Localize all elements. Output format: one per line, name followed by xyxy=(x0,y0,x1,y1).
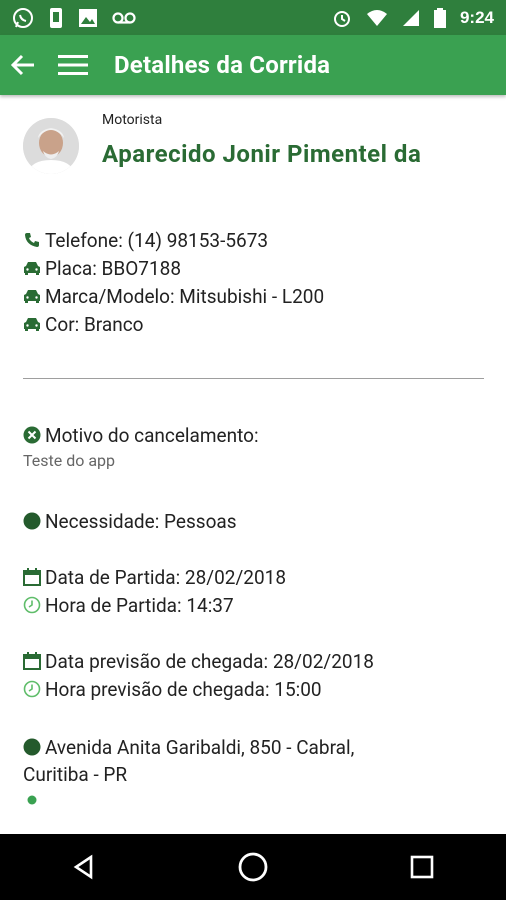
voicemail-icon xyxy=(112,11,136,24)
address-row: Avenida Anita Garibaldi, 850 - Cabral, xyxy=(23,733,354,761)
phone-text: Telefone: (14) 98153-5673 xyxy=(45,228,269,252)
vehicle-info: Telefone: (14) 98153-5673 Placa: BBO7188… xyxy=(23,226,324,338)
arrival-time: Hora previsão de chegada: 15:00 xyxy=(45,677,322,701)
home-nav-button[interactable] xyxy=(233,847,273,887)
driver-name: Aparecido Jonir Pimentel da xyxy=(102,140,422,168)
page-title: Detalhes da Corrida xyxy=(114,51,331,79)
color-text: Cor: Branco xyxy=(45,312,144,336)
cancel-label: Motivo do cancelamento: xyxy=(45,423,259,447)
calendar-icon xyxy=(23,652,41,670)
driver-avatar xyxy=(23,118,79,174)
small-dot-icon xyxy=(27,795,37,805)
departure-section: Data de Partida: 28/02/2018 Hora de Part… xyxy=(23,563,286,619)
departure-date: Data de Partida: 28/02/2018 xyxy=(45,565,286,589)
alarm-icon xyxy=(333,10,350,27)
back-nav-button[interactable] xyxy=(64,847,104,887)
clock-icon xyxy=(23,596,41,614)
model-text: Marca/Modelo: Mitsubishi - L200 xyxy=(45,284,325,308)
cancel-section: Motivo do cancelamento: Teste do app xyxy=(23,421,259,471)
arrival-date-row: Data previsão de chegada: 28/02/2018 xyxy=(23,647,374,675)
cancel-icon xyxy=(23,426,41,444)
phone-icon xyxy=(50,7,62,28)
departure-date-row: Data de Partida: 28/02/2018 xyxy=(23,563,286,591)
image-icon xyxy=(79,8,97,27)
wifi-icon xyxy=(366,9,387,26)
phone-icon xyxy=(23,231,41,249)
circle-home-icon xyxy=(238,852,268,882)
triangle-back-icon xyxy=(73,854,93,880)
clock-icon xyxy=(23,680,41,698)
arrival-date: Data previsão de chegada: 28/02/2018 xyxy=(45,649,374,673)
app-bar: Detalhes da Corrida xyxy=(0,35,506,95)
driver-card: Motorista Aparecido Jonir Pimentel da xyxy=(23,112,493,182)
divider xyxy=(23,378,484,379)
whatsapp-icon xyxy=(13,7,33,28)
battery-icon xyxy=(433,7,446,28)
address-line1: Avenida Anita Garibaldi, 850 - Cabral, xyxy=(45,735,355,759)
car-icon xyxy=(23,259,41,277)
car-icon xyxy=(23,287,41,305)
arrow-back-icon[interactable] xyxy=(10,52,36,78)
cancel-row: Motivo do cancelamento: xyxy=(23,421,259,449)
plate-text: Placa: BBO7188 xyxy=(45,256,181,280)
square-recents-icon xyxy=(410,855,433,879)
driver-label: Motorista xyxy=(102,112,163,128)
address-section: Avenida Anita Garibaldi, 850 - Cabral, C… xyxy=(23,733,354,809)
dot-icon xyxy=(23,512,41,530)
signal-icon xyxy=(402,9,419,26)
recents-nav-button[interactable] xyxy=(402,847,442,887)
cancel-reason: Teste do app xyxy=(23,451,115,470)
model-row: Marca/Modelo: Mitsubishi - L200 xyxy=(23,282,324,310)
system-nav-bar xyxy=(0,834,506,900)
car-icon xyxy=(23,315,41,333)
need-section: Necessidade: Pessoas xyxy=(23,507,237,535)
color-row: Cor: Branco xyxy=(23,310,324,338)
plate-row: Placa: BBO7188 xyxy=(23,254,324,282)
departure-time-row: Hora de Partida: 14:37 xyxy=(23,591,286,619)
status-bar: 9:24 xyxy=(0,0,506,35)
dot-icon xyxy=(23,738,41,756)
arrival-section: Data previsão de chegada: 28/02/2018 Hor… xyxy=(23,647,374,703)
departure-time: Hora de Partida: 14:37 xyxy=(45,593,234,617)
need-text: Necessidade: Pessoas xyxy=(45,509,237,533)
arrival-time-row: Hora previsão de chegada: 15:00 xyxy=(23,675,374,703)
hamburger-menu-icon[interactable] xyxy=(58,52,88,78)
calendar-icon xyxy=(23,568,41,586)
need-row: Necessidade: Pessoas xyxy=(23,507,237,535)
address-line2: Curitiba - PR xyxy=(23,763,128,786)
status-time: 9:24 xyxy=(459,7,494,27)
phone-row[interactable]: Telefone: (14) 98153-5673 xyxy=(23,226,324,254)
